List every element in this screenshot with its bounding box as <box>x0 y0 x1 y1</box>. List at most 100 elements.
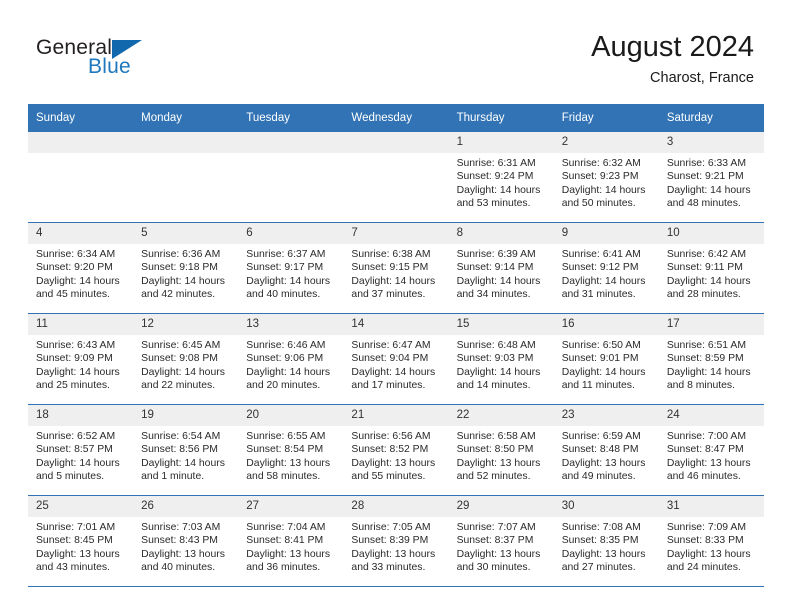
day-number: 26 <box>133 496 239 517</box>
calendar-day-cell[interactable]: 14 Sunrise: 6:47 AM Sunset: 9:04 PM Dayligh… <box>343 313 449 405</box>
daylight-text-line1: Daylight: 14 hours <box>561 184 646 196</box>
daylight-text-line2: and 17 minutes. <box>351 379 426 391</box>
day-details: Sunrise: 6:48 AM Sunset: 9:03 PM Daylight:… <box>449 335 554 392</box>
daylight-text-line2: and 28 minutes. <box>666 288 741 300</box>
weekday-header-monday: Monday <box>133 104 239 132</box>
day-number: 15 <box>448 314 554 335</box>
calendar-day-cell[interactable]: 25 Sunrise: 7:01 AM Sunset: 8:45 PM Dayligh… <box>28 495 134 587</box>
sunset-text: Sunset: 9:18 PM <box>141 262 218 274</box>
calendar-day-cell[interactable]: 12 Sunrise: 6:45 AM Sunset: 9:08 PM Dayligh… <box>133 313 239 405</box>
daylight-text-line1: Daylight: 13 hours <box>351 457 436 469</box>
day-number <box>28 132 134 153</box>
calendar-day-cell[interactable]: 18 Sunrise: 6:52 AM Sunset: 8:57 PM Dayligh… <box>28 404 134 496</box>
daylight-text-line2: and 24 minutes. <box>666 561 741 573</box>
calendar-day-cell[interactable]: 11 Sunrise: 6:43 AM Sunset: 9:09 PM Dayligh… <box>28 313 134 405</box>
calendar-day-cell[interactable]: 16 Sunrise: 6:50 AM Sunset: 9:01 PM Dayligh… <box>553 313 659 405</box>
sunrise-text: Sunrise: 7:05 AM <box>351 522 431 533</box>
daylight-text-line1: Daylight: 14 hours <box>141 275 225 287</box>
calendar-day-cell[interactable]: 3 Sunrise: 6:33 AM Sunset: 9:21 PM Daylight… <box>658 132 764 223</box>
sunset-text: Sunset: 9:03 PM <box>456 353 534 365</box>
calendar-day-cell[interactable]: 2 Sunrise: 6:32 AM Sunset: 9:23 PM Daylight… <box>553 132 659 223</box>
day-number: 21 <box>343 405 449 426</box>
calendar-day-cell[interactable]: 28 Sunrise: 7:05 AM Sunset: 8:39 PM Dayligh… <box>343 495 449 587</box>
calendar-day-cell[interactable]: 10 Sunrise: 6:42 AM Sunset: 9:11 PM Dayligh… <box>658 222 764 314</box>
calendar-day-cell[interactable]: 23 Sunrise: 6:59 AM Sunset: 8:48 PM Dayligh… <box>553 404 659 496</box>
sunrise-text: Sunrise: 6:39 AM <box>456 249 536 260</box>
calendar-day-cell[interactable]: 1 Sunrise: 6:31 AM Sunset: 9:24 PM Daylight… <box>448 132 554 223</box>
day-number: 14 <box>343 314 449 335</box>
daylight-text-line2: and 49 minutes. <box>561 470 636 482</box>
calendar-table: Sunday Monday Tuesday Wednesday Thursday… <box>28 104 764 587</box>
calendar-day-cell[interactable]: 22 Sunrise: 6:58 AM Sunset: 8:50 PM Dayligh… <box>448 404 554 496</box>
sunrise-text: Sunrise: 6:54 AM <box>141 431 221 442</box>
sunrise-text: Sunrise: 6:55 AM <box>246 431 326 442</box>
calendar-day-cell-empty <box>343 132 449 223</box>
sunset-text: Sunset: 9:14 PM <box>456 262 534 274</box>
calendar-day-cell-empty <box>238 132 344 223</box>
day-details: Sunrise: 7:00 AM Sunset: 8:47 PM Daylight:… <box>659 426 764 483</box>
calendar-day-cell[interactable]: 13 Sunrise: 6:46 AM Sunset: 9:06 PM Dayligh… <box>238 313 344 405</box>
daylight-text-line2: and 5 minutes. <box>36 470 105 482</box>
calendar-day-cell[interactable]: 30 Sunrise: 7:08 AM Sunset: 8:35 PM Dayligh… <box>553 495 659 587</box>
weekday-header-thursday: Thursday <box>448 104 554 132</box>
sunrise-text: Sunrise: 6:50 AM <box>561 340 641 351</box>
calendar-day-cell[interactable]: 5 Sunrise: 6:36 AM Sunset: 9:18 PM Daylight… <box>133 222 239 314</box>
day-number <box>133 132 239 153</box>
sunset-text: Sunset: 8:37 PM <box>456 535 534 547</box>
daylight-text-line2: and 55 minutes. <box>351 470 426 482</box>
calendar-day-cell[interactable]: 17 Sunrise: 6:51 AM Sunset: 8:59 PM Dayligh… <box>658 313 764 405</box>
daylight-text-line1: Daylight: 14 hours <box>456 184 541 196</box>
calendar-week-row: 1 Sunrise: 6:31 AM Sunset: 9:24 PM Daylight… <box>28 132 764 223</box>
calendar-day-cell[interactable]: 29 Sunrise: 7:07 AM Sunset: 8:37 PM Dayligh… <box>448 495 554 587</box>
calendar-day-cell[interactable]: 4 Sunrise: 6:34 AM Sunset: 9:20 PM Daylight… <box>28 222 134 314</box>
daylight-text-line1: Daylight: 14 hours <box>36 457 120 469</box>
sunrise-text: Sunrise: 6:31 AM <box>456 158 536 169</box>
calendar-day-cell[interactable]: 27 Sunrise: 7:04 AM Sunset: 8:41 PM Dayligh… <box>238 495 344 587</box>
page-header: General Blue August 2024 Charost, France <box>0 0 792 104</box>
day-details: Sunrise: 6:32 AM Sunset: 9:23 PM Daylight:… <box>554 153 659 210</box>
day-details: Sunrise: 6:55 AM Sunset: 8:54 PM Daylight:… <box>238 426 343 483</box>
sunset-text: Sunset: 8:45 PM <box>36 535 113 547</box>
daylight-text-line1: Daylight: 13 hours <box>141 548 225 560</box>
sunrise-text: Sunrise: 7:03 AM <box>141 522 221 533</box>
calendar-day-cell[interactable]: 19 Sunrise: 6:54 AM Sunset: 8:56 PM Dayligh… <box>133 404 239 496</box>
day-details: Sunrise: 7:04 AM Sunset: 8:41 PM Daylight:… <box>238 517 343 574</box>
calendar-day-cell[interactable]: 21 Sunrise: 6:56 AM Sunset: 8:52 PM Dayligh… <box>343 404 449 496</box>
day-details: Sunrise: 6:46 AM Sunset: 9:06 PM Daylight:… <box>238 335 343 392</box>
day-details: Sunrise: 6:56 AM Sunset: 8:52 PM Daylight:… <box>343 426 448 483</box>
calendar-day-cell[interactable]: 8 Sunrise: 6:39 AM Sunset: 9:14 PM Daylight… <box>448 222 554 314</box>
daylight-text-line2: and 45 minutes. <box>36 288 110 300</box>
calendar-day-cell[interactable]: 9 Sunrise: 6:41 AM Sunset: 9:12 PM Daylight… <box>553 222 659 314</box>
day-number <box>343 132 449 153</box>
daylight-text-line1: Daylight: 14 hours <box>561 275 646 287</box>
day-details: Sunrise: 6:31 AM Sunset: 9:24 PM Daylight:… <box>449 153 554 210</box>
sunrise-text: Sunrise: 7:01 AM <box>36 522 116 533</box>
daylight-text-line1: Daylight: 14 hours <box>36 366 120 378</box>
daylight-text-line1: Daylight: 13 hours <box>456 548 541 560</box>
calendar-day-cell[interactable]: 6 Sunrise: 6:37 AM Sunset: 9:17 PM Daylight… <box>238 222 344 314</box>
calendar-day-cell[interactable]: 24 Sunrise: 7:00 AM Sunset: 8:47 PM Dayligh… <box>658 404 764 496</box>
calendar-day-cell[interactable]: 26 Sunrise: 7:03 AM Sunset: 8:43 PM Dayligh… <box>133 495 239 587</box>
daylight-text-line2: and 48 minutes. <box>666 197 741 209</box>
sunset-text: Sunset: 8:39 PM <box>351 535 429 547</box>
calendar-day-cell[interactable]: 15 Sunrise: 6:48 AM Sunset: 9:03 PM Dayligh… <box>448 313 554 405</box>
general-blue-logo[interactable]: General Blue <box>36 36 216 88</box>
day-number: 31 <box>658 496 764 517</box>
sunset-text: Sunset: 9:01 PM <box>561 353 639 365</box>
sunrise-text: Sunrise: 7:07 AM <box>456 522 536 533</box>
daylight-text-line1: Daylight: 13 hours <box>36 548 120 560</box>
sunrise-text: Sunrise: 7:04 AM <box>246 522 326 533</box>
daylight-text-line1: Daylight: 14 hours <box>351 275 436 287</box>
daylight-text-line2: and 1 minute. <box>141 470 205 482</box>
sunset-text: Sunset: 9:24 PM <box>456 171 534 183</box>
daylight-text-line2: and 11 minutes. <box>561 379 635 391</box>
calendar-day-cell[interactable]: 7 Sunrise: 6:38 AM Sunset: 9:15 PM Daylight… <box>343 222 449 314</box>
sunset-text: Sunset: 9:11 PM <box>666 262 743 274</box>
calendar-day-cell[interactable]: 20 Sunrise: 6:55 AM Sunset: 8:54 PM Dayligh… <box>238 404 344 496</box>
sunset-text: Sunset: 9:17 PM <box>246 262 324 274</box>
calendar-day-cell[interactable]: 31 Sunrise: 7:09 AM Sunset: 8:33 PM Dayligh… <box>658 495 764 587</box>
sunset-text: Sunset: 9:21 PM <box>666 171 744 183</box>
sunrise-text: Sunrise: 7:08 AM <box>561 522 641 533</box>
day-number: 6 <box>238 223 344 244</box>
sunrise-text: Sunrise: 7:09 AM <box>666 522 746 533</box>
